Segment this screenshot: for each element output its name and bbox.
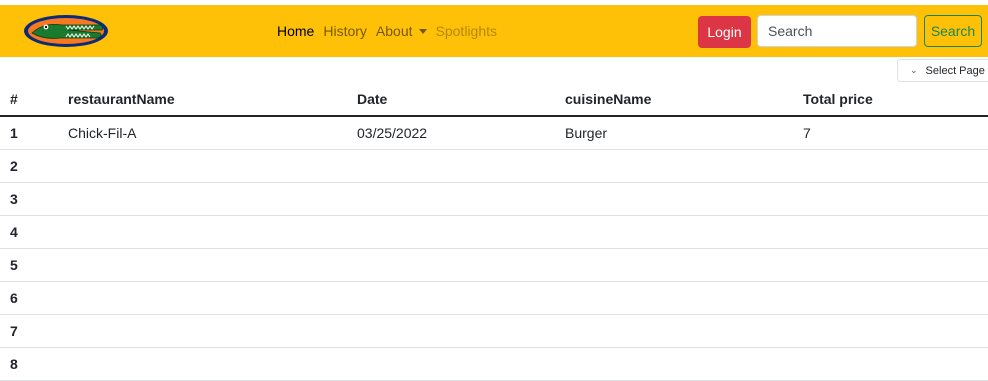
total-price-cell <box>803 149 988 183</box>
restaurant-name-cell <box>68 215 357 249</box>
cuisine-name-cell <box>565 248 803 282</box>
cuisine-name-cell <box>565 281 803 315</box>
nav-about-label: About <box>375 23 413 39</box>
column-header-total-price: Total price <box>803 83 988 117</box>
row-index: 5 <box>0 248 68 282</box>
row-index: 3 <box>0 182 68 216</box>
date-cell <box>357 314 565 348</box>
cuisine-name-cell <box>565 149 803 183</box>
nav-spotlights-link: Spotlights <box>435 23 497 39</box>
total-price-cell <box>803 182 988 216</box>
table-row: 4 <box>0 215 988 249</box>
restaurant-name-cell <box>68 182 357 216</box>
select-page-label: Select Page <box>925 64 985 77</box>
cuisine-name-cell <box>565 347 803 381</box>
cuisine-name-cell: Burger <box>565 116 803 150</box>
column-header-index: # <box>0 83 68 117</box>
date-cell: 03/25/2022 <box>357 116 565 150</box>
row-index: 1 <box>0 116 68 150</box>
search-input[interactable] <box>757 15 917 47</box>
table-row: 5 <box>0 248 988 282</box>
caret-down-icon <box>418 29 427 34</box>
total-price-cell <box>803 281 988 315</box>
table-header-row: # restaurantName Date cuisineName Total … <box>0 83 988 117</box>
column-header-restaurant-name: restaurantName <box>68 83 357 117</box>
nav-history-link[interactable]: History <box>323 23 367 39</box>
date-cell <box>357 215 565 249</box>
search-button[interactable]: Search <box>924 15 982 47</box>
restaurant-name-cell <box>68 149 357 183</box>
restaurant-name-cell <box>68 281 357 315</box>
table-row: 7 <box>0 314 988 348</box>
cuisine-name-cell <box>565 314 803 348</box>
row-index: 7 <box>0 314 68 348</box>
total-price-cell <box>803 314 988 348</box>
restaurant-name-cell <box>68 314 357 348</box>
row-index: 2 <box>0 149 68 183</box>
nav-home-link[interactable]: Home <box>277 23 314 39</box>
table-row: 2 <box>0 149 988 183</box>
date-cell <box>357 347 565 381</box>
orders-table: # restaurantName Date cuisineName Total … <box>0 83 988 381</box>
cuisine-name-cell <box>565 215 803 249</box>
chevron-down-icon: ⌄ <box>910 65 918 75</box>
column-header-cuisine-name: cuisineName <box>565 83 803 117</box>
table-row: 6 <box>0 281 988 315</box>
nav-links: Home History About Spotlights <box>277 5 506 57</box>
total-price-cell <box>803 248 988 282</box>
restaurant-name-cell: Chick-Fil-A <box>68 116 357 150</box>
gator-logo-icon[interactable] <box>22 13 110 49</box>
total-price-cell <box>803 215 988 249</box>
select-page-dropdown[interactable]: ⌄ Select Page <box>897 59 988 82</box>
restaurant-name-cell <box>68 347 357 381</box>
total-price-cell <box>803 347 988 381</box>
table-row: 1 Chick-Fil-A 03/25/2022 Burger 7 <box>0 116 988 150</box>
restaurant-name-cell <box>68 248 357 282</box>
total-price-cell: 7 <box>803 116 988 150</box>
nav-about-dropdown[interactable]: About <box>376 23 427 39</box>
row-index: 6 <box>0 281 68 315</box>
row-index: 4 <box>0 215 68 249</box>
column-header-date: Date <box>357 83 565 117</box>
table-row: 3 <box>0 182 988 216</box>
date-cell <box>357 281 565 315</box>
login-button[interactable]: Login <box>698 16 751 48</box>
date-cell <box>357 149 565 183</box>
date-cell <box>357 248 565 282</box>
row-index: 8 <box>0 347 68 381</box>
date-cell <box>357 182 565 216</box>
table-row: 8 <box>0 347 988 381</box>
navbar: Home History About Spotlights Login Sear… <box>0 5 988 57</box>
cuisine-name-cell <box>565 182 803 216</box>
